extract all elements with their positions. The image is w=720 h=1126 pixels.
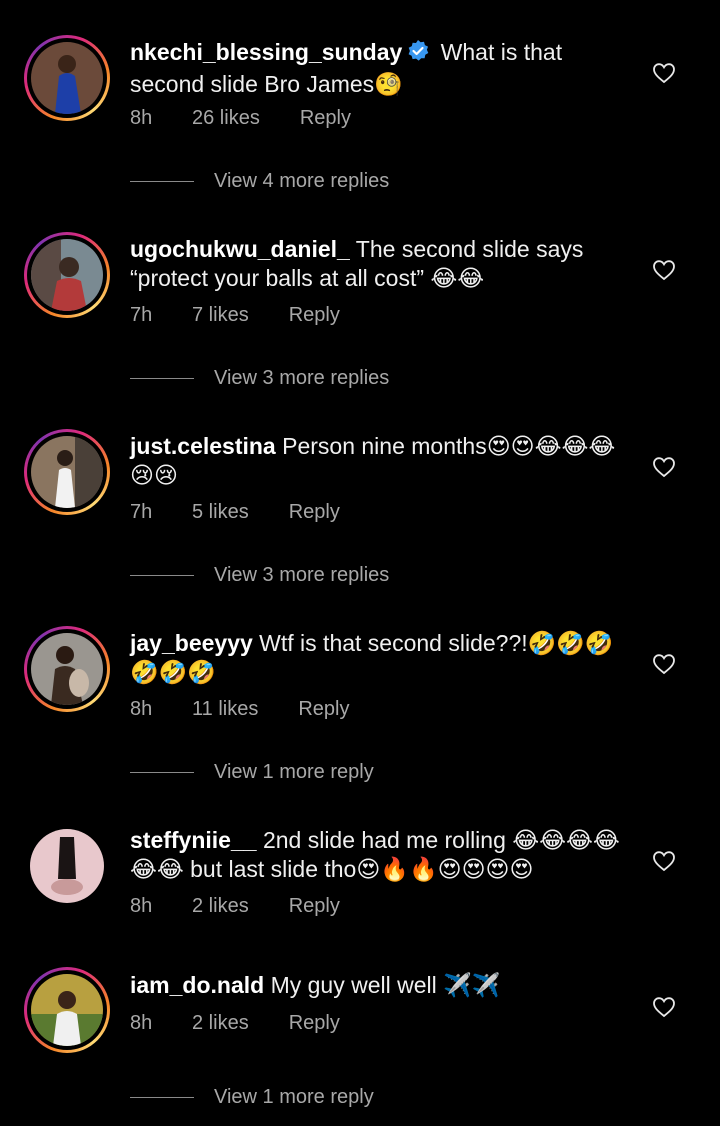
avatar-image: [31, 436, 103, 508]
like-count[interactable]: 2 likes: [192, 895, 249, 918]
view-more-replies[interactable]: View 3 more replies: [130, 564, 389, 587]
heart-icon[interactable]: [652, 258, 676, 282]
view-more-label[interactable]: View 1 more reply: [214, 761, 374, 784]
avatar[interactable]: [24, 967, 110, 1053]
avatar-image: [31, 239, 103, 311]
comment-username[interactable]: ugochukwu_daniel_: [130, 236, 350, 262]
comment-time: 7h: [130, 304, 153, 326]
heart-icon[interactable]: [652, 455, 676, 479]
like-count[interactable]: 7 likes: [192, 304, 249, 327]
reply-button[interactable]: Reply: [289, 1012, 340, 1035]
comment-time: 8h: [130, 107, 153, 129]
comment-username[interactable]: just.celestina: [130, 433, 276, 459]
reply-button[interactable]: Reply: [289, 304, 340, 327]
comment-username[interactable]: iam_do.nald: [130, 972, 264, 998]
view-more-replies[interactable]: View 1 more reply: [130, 761, 374, 784]
view-more-label[interactable]: View 4 more replies: [214, 170, 389, 193]
avatar-image: [31, 42, 103, 114]
avatar[interactable]: [24, 232, 110, 318]
heart-icon[interactable]: [652, 652, 676, 676]
reply-button[interactable]: Reply: [289, 501, 340, 524]
comment-text: My guy well well ✈️✈️: [264, 972, 501, 998]
comment-time: 8h: [130, 895, 153, 917]
comment-username[interactable]: nkechi_blessing_sunday: [130, 39, 402, 65]
heart-icon[interactable]: [652, 849, 676, 873]
comment-username[interactable]: jay_beeyyy: [130, 630, 253, 656]
reply-button[interactable]: Reply: [298, 698, 349, 721]
heart-icon[interactable]: [652, 61, 676, 85]
avatar[interactable]: [24, 35, 110, 121]
verified-badge-icon: [406, 39, 430, 70]
divider-line: [130, 1097, 194, 1098]
divider-line: [130, 575, 194, 576]
view-more-label[interactable]: View 1 more reply: [214, 1086, 374, 1109]
view-more-replies[interactable]: View 1 more reply: [130, 1086, 374, 1109]
view-more-replies[interactable]: View 4 more replies: [130, 170, 389, 193]
view-more-label[interactable]: View 3 more replies: [214, 564, 389, 587]
avatar-image: [31, 633, 103, 705]
avatar-image: [31, 974, 103, 1046]
like-count[interactable]: 26 likes: [192, 107, 260, 130]
like-count[interactable]: 11 likes: [192, 698, 258, 721]
like-count[interactable]: 5 likes: [192, 501, 249, 524]
reply-button[interactable]: Reply: [300, 107, 351, 130]
heart-icon[interactable]: [652, 995, 676, 1019]
comment-time: 8h: [130, 698, 153, 720]
avatar[interactable]: [24, 429, 110, 515]
divider-line: [130, 772, 194, 773]
like-count[interactable]: 2 likes: [192, 1012, 249, 1035]
avatar-image: [30, 829, 104, 903]
reply-button[interactable]: Reply: [289, 895, 340, 918]
divider-line: [130, 378, 194, 379]
comment-time: 8h: [130, 1012, 153, 1034]
comment-username[interactable]: steffyniie__: [130, 827, 257, 853]
view-more-label[interactable]: View 3 more replies: [214, 367, 389, 390]
avatar[interactable]: [24, 626, 110, 712]
divider-line: [130, 181, 194, 182]
view-more-replies[interactable]: View 3 more replies: [130, 367, 389, 390]
avatar[interactable]: [24, 823, 110, 909]
comment-time: 7h: [130, 501, 153, 523]
